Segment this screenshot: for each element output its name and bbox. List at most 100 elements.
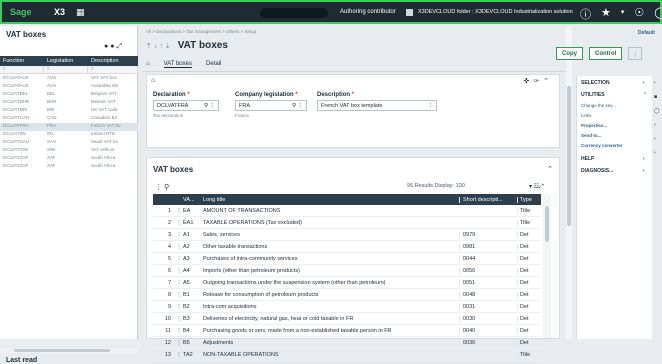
nav-arrows-icon[interactable]: ⇡↓↑⇣ <box>146 43 173 50</box>
col-description[interactable]: Description <box>88 58 138 64</box>
col-vat-box[interactable]: VA... <box>183 197 203 203</box>
table-row[interactable]: 3 ⋮ A1 Sales, services 0979 Det <box>153 229 541 241</box>
control-button[interactable]: Control <box>589 47 623 60</box>
grid-toolbar[interactable]: ⋮ ⚲ <box>155 183 169 191</box>
row-menu-icon[interactable]: ⋮ <box>175 316 183 322</box>
list-cell: BRI <box>47 107 55 112</box>
diagnosis-section[interactable]: DIAGNOSIS... ‹ <box>581 168 645 174</box>
user-role[interactable]: Authoring contributor <box>340 9 396 15</box>
folder-name[interactable]: X3DEVCLOUD folder : X3DEVCLOUD Industria… <box>418 9 573 15</box>
table-row[interactable]: 9 ⋮ B2 Intra-com acquisitions 0031 Det <box>153 301 541 313</box>
sage-logo[interactable]: Sage <box>2 7 54 17</box>
change-key-link[interactable]: Change the key... <box>581 103 616 108</box>
table-row[interactable]: 5 ⋮ A3 Purchases of intra-community service… <box>153 253 541 265</box>
list-item[interactable]: DCLVATZAF ZAF South Africa <box>0 163 138 171</box>
table-row[interactable]: 11 ⋮ B4 Purchasing goods or serv. made from… <box>153 325 541 337</box>
row-menu-icon[interactable]: ⋮ <box>175 232 183 238</box>
row-menu-icon[interactable]: ⋮ <box>175 352 183 358</box>
search-icon[interactable]: ⚲ ⋮ <box>292 103 303 109</box>
col-type[interactable]: Type <box>517 196 541 203</box>
tab-detail[interactable]: Detail <box>206 61 221 68</box>
compass-icon[interactable]: ☉ <box>634 6 644 22</box>
utilities-section[interactable]: UTILITIES ⌃ <box>581 92 647 98</box>
search-bar[interactable] <box>260 8 328 18</box>
home-icon[interactable]: ⌂ <box>146 61 150 68</box>
help-icon[interactable]: ⓘ <box>580 6 591 22</box>
type: Det <box>517 327 541 334</box>
col-legislation[interactable]: Legislation <box>44 58 88 64</box>
currency-converter-link[interactable]: Currency converter <box>581 143 623 148</box>
table-row[interactable]: 7 ⋮ A5 Outgoing transactions under the susp… <box>153 277 541 289</box>
col-long-title[interactable]: Long title <box>203 197 459 203</box>
legislation-input[interactable]: FRA ⚲ ⋮ <box>235 100 307 111</box>
table-row[interactable]: 10 ⋮ B3 Deliveries of electricity, natural … <box>153 313 541 325</box>
more-icon[interactable]: ⋮ <box>628 47 643 60</box>
table-row[interactable]: 6 ⋮ A4 Imports (other than petroleum produc… <box>153 265 541 277</box>
list-item[interactable]: DCLVATBHR BHR Bahrain VAT <box>0 99 138 107</box>
breadcrumb[interactable]: All > Declarations > Tax management > Ot… <box>146 29 256 34</box>
list-item[interactable]: DCLVATSAU SAU Saudi VAT bo <box>0 139 138 147</box>
send-to-link[interactable]: Send to... <box>581 133 601 138</box>
grid-header: VA... Long title Short descripti... Type <box>153 194 541 205</box>
list-item[interactable]: DCLVATFRA FRA French VAT bo <box>0 123 138 131</box>
left-panel-tools[interactable]: ●●⤢ <box>104 43 124 51</box>
copy-button[interactable]: Copy <box>556 47 583 60</box>
table-row[interactable]: 13 ⋮ TA2 NON-TAXABLE OPERATIONS Title <box>153 349 541 361</box>
list-item[interactable]: DCLVATCAN CAN Canadian BA <box>0 115 138 123</box>
list-item[interactable]: DCLVATSWI SWI VAT without <box>0 147 138 155</box>
help-section[interactable]: HELP ‹ <box>581 156 645 162</box>
home-icon[interactable]: ⌂ <box>151 77 155 84</box>
chevron-down-icon[interactable]: ▾ <box>621 6 625 22</box>
left-horizontal-scrollbar[interactable] <box>0 348 138 353</box>
properties-link[interactable]: Properties... <box>581 123 607 128</box>
list-item[interactable]: DCLVATAUS AUS VAT VAT box <box>0 75 138 83</box>
user-icon[interactable]: ◯ <box>654 6 662 22</box>
collapse-icon[interactable]: ⌃ <box>547 165 553 173</box>
search-icon[interactable]: ⚲ ⋮ <box>204 103 215 109</box>
declaration-input[interactable]: DCLVATFRA ⚲ ⋮ <box>153 100 219 111</box>
list-item[interactable]: DCLVATZAF ZAF South Africa <box>0 155 138 163</box>
results-count[interactable]: 95 Results Display: 100 <box>407 183 465 189</box>
list-item[interactable]: DCLVATAUS AUS Australian BS <box>0 83 138 91</box>
table-row[interactable]: 4 ⋮ A2 Other taxable transactions 0981 Det <box>153 241 541 253</box>
list-item[interactable]: DCLVATBRI BRI UK VAT code <box>0 107 138 115</box>
side-gutter-icons[interactable]: ‹ ■ ◯ › › › <box>654 76 660 160</box>
list-item[interactable]: DCLVATBEL BEL Belgium VAT <box>0 91 138 99</box>
table-row[interactable]: 2 ⋮ EA1 TAXABLE OPERATIONS (Tax excluded) Ti… <box>153 217 541 229</box>
list-item[interactable]: DCLVATIRL IRL Ireland RTD <box>0 131 138 139</box>
short-description: 0036 <box>459 339 517 346</box>
row-menu-icon[interactable]: ⋮ <box>175 268 183 274</box>
row-menu-icon[interactable]: ⋮ <box>175 340 183 346</box>
grid-vertical-scrollbar[interactable] <box>543 194 551 338</box>
filter-icon[interactable]: ▿ <box>44 66 88 73</box>
left-filter-row[interactable]: ▿ ▿ ▿ <box>0 66 138 74</box>
col-function[interactable]: Function <box>0 58 44 64</box>
section-tools[interactable]: ✜✑⌃ <box>523 77 553 85</box>
row-menu-icon[interactable]: ⋮ <box>175 304 183 310</box>
row-menu-icon[interactable]: ⋮ <box>175 292 183 298</box>
col-short-description[interactable]: Short descripti... <box>459 196 517 203</box>
table-row[interactable]: 1 ⋮ EA AMOUNT OF TRANSACTIONS Title <box>153 205 541 217</box>
row-menu-icon[interactable]: ⋮ <box>175 208 183 214</box>
row-menu-icon[interactable]: ⋮ <box>175 256 183 262</box>
calendar-icon[interactable]: ▦ <box>76 7 96 18</box>
grid-settings-icon[interactable]: ▾ ☳⤢ <box>529 183 544 191</box>
links-link[interactable]: Links <box>581 113 592 118</box>
type: Det <box>517 339 541 346</box>
description-input[interactable]: French VAT box template ⋮ <box>317 100 437 111</box>
main-vertical-scrollbar[interactable] <box>566 26 572 339</box>
filter-icon[interactable]: ▿ <box>0 66 44 73</box>
table-row[interactable]: 8 ⋮ B1 Release for consumption of petroleum… <box>153 289 541 301</box>
left-list-rows: DCLVATAUS AUS VAT VAT box DCLVATAUS AUS Austr… <box>0 75 138 171</box>
filter-icon[interactable]: ▿ <box>88 66 138 73</box>
row-menu-icon[interactable]: ⋮ <box>175 328 183 334</box>
long-title: Purchases of intra-community services <box>203 255 298 262</box>
row-menu-icon[interactable]: ⋮ <box>175 280 183 286</box>
row-menu-icon[interactable]: ⋮ <box>175 244 183 250</box>
tab-vat-boxes[interactable]: VAT boxes <box>163 61 192 68</box>
selection-section[interactable]: SELECTION ‹ <box>581 80 645 86</box>
row-number: 5 <box>167 255 171 262</box>
star-icon[interactable]: ★ <box>601 6 611 22</box>
row-menu-icon[interactable]: ⋮ <box>175 220 183 226</box>
default-label[interactable]: Default <box>638 30 655 36</box>
